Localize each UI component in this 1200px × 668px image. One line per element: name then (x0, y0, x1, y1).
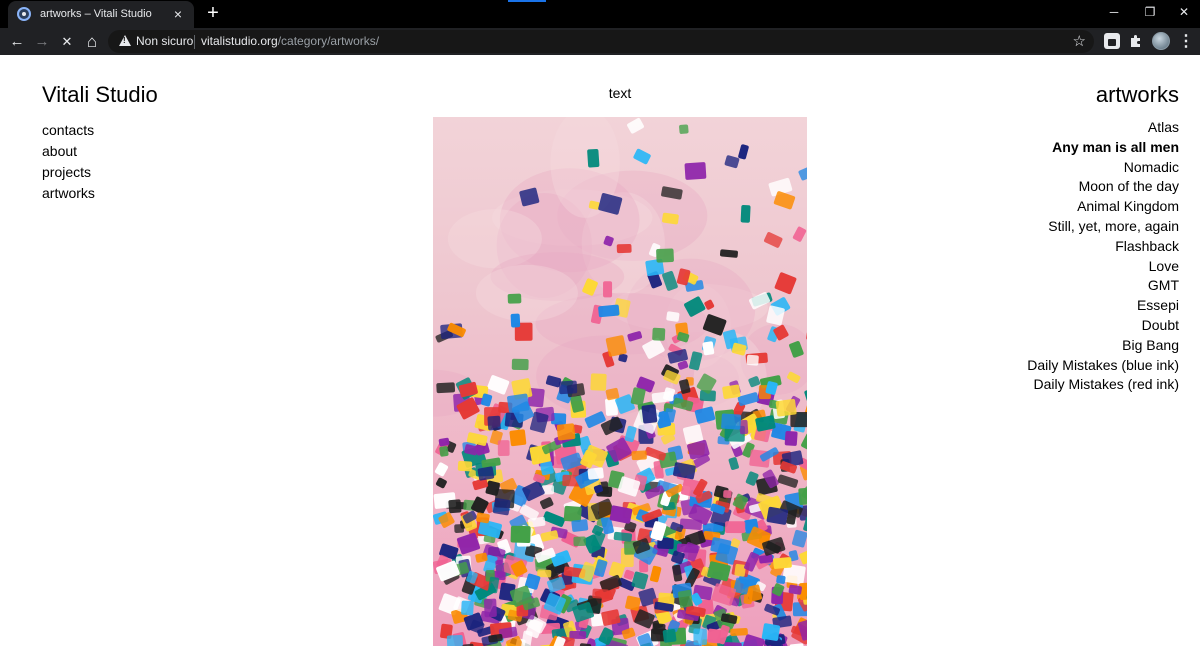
browser-tab-active[interactable]: artworks – Vitali Studio × (8, 1, 194, 28)
tab-title: artworks – Vitali Studio (40, 8, 152, 20)
artwork-link-atlas[interactable]: Atlas (1027, 118, 1179, 138)
artwork-painting-image (433, 117, 807, 646)
artwork-link-animal-kingdom[interactable]: Animal Kingdom (1027, 197, 1179, 217)
artwork-link-love[interactable]: Love (1027, 257, 1179, 277)
browser-toolbar: ← → ✕ ⌂ Non sicuro vitalistudio.org/cate… (0, 28, 1200, 55)
artwork-link-essepi[interactable]: Essepi (1027, 296, 1179, 316)
extensions-puzzle-icon[interactable] (1128, 33, 1144, 49)
address-bar[interactable]: Non sicuro vitalistudio.org/category/art… (108, 30, 1094, 53)
artwork-link-gmt[interactable]: GMT (1027, 276, 1179, 296)
warning-icon[interactable] (119, 35, 131, 46)
url-text[interactable]: vitalistudio.org/category/artworks/ (201, 34, 379, 48)
url-path: /category/artworks/ (277, 34, 380, 48)
nav-item-artworks[interactable]: artworks (42, 183, 95, 204)
profile-avatar[interactable] (1152, 32, 1170, 50)
artwork-link-nomadic[interactable]: Nomadic (1027, 158, 1179, 178)
artwork-link-flashback[interactable]: Flashback (1027, 237, 1179, 257)
artwork-link-doubt[interactable]: Doubt (1027, 316, 1179, 336)
bookmark-star-icon[interactable]: ☆ (1073, 32, 1086, 50)
category-heading: artworks (1095, 82, 1179, 107)
nav-item-projects[interactable]: projects (42, 162, 95, 183)
main-navigation: contacts about projects artworks (42, 120, 95, 204)
nav-item-contacts[interactable]: contacts (42, 120, 95, 141)
extension-lock-icon[interactable] (1104, 33, 1120, 49)
artwork-link-big-bang[interactable]: Big Bang (1027, 336, 1179, 356)
artwork-link-any-man-is-all-men[interactable]: Any man is all men (1027, 138, 1179, 158)
back-button[interactable]: ← (6, 31, 28, 53)
close-window-icon[interactable]: ✕ (1174, 4, 1194, 20)
artwork-link-moon-of-the-day[interactable]: Moon of the day (1027, 177, 1179, 197)
artwork-link-daily-mistakes-blue-ink[interactable]: Daily Mistakes (blue ink) (1027, 356, 1179, 376)
browser-tab-strip: artworks – Vitali Studio × + ─ ❐ ✕ (0, 0, 1200, 28)
artwork-link-still-yet-more-again[interactable]: Still, yet, more, again (1027, 217, 1179, 237)
stop-loading-button[interactable]: ✕ (56, 31, 78, 53)
home-button[interactable]: ⌂ (81, 31, 103, 53)
security-status[interactable]: Non sicuro (136, 34, 193, 48)
loading-indicator (508, 0, 546, 2)
nav-item-about[interactable]: about (42, 141, 95, 162)
minimize-window-icon[interactable]: ─ (1104, 4, 1124, 20)
painting-canvas (433, 117, 807, 646)
tab-close-icon[interactable]: × (170, 6, 186, 22)
new-tab-button[interactable]: + (202, 3, 224, 25)
browser-menu-icon[interactable]: ⋮ (1178, 31, 1194, 53)
artwork-list: Atlas Any man is all men Nomadic Moon of… (1027, 118, 1179, 395)
site-title[interactable]: Vitali Studio (42, 82, 158, 108)
artwork-text-label: text (608, 85, 632, 101)
url-host: vitalistudio.org (201, 34, 278, 48)
site-favicon-icon (17, 7, 31, 21)
artwork-link-daily-mistakes-red-ink[interactable]: Daily Mistakes (red ink) (1027, 375, 1179, 395)
restore-window-icon[interactable]: ❐ (1140, 4, 1160, 20)
address-separator (194, 35, 195, 49)
forward-button[interactable]: → (31, 31, 53, 53)
